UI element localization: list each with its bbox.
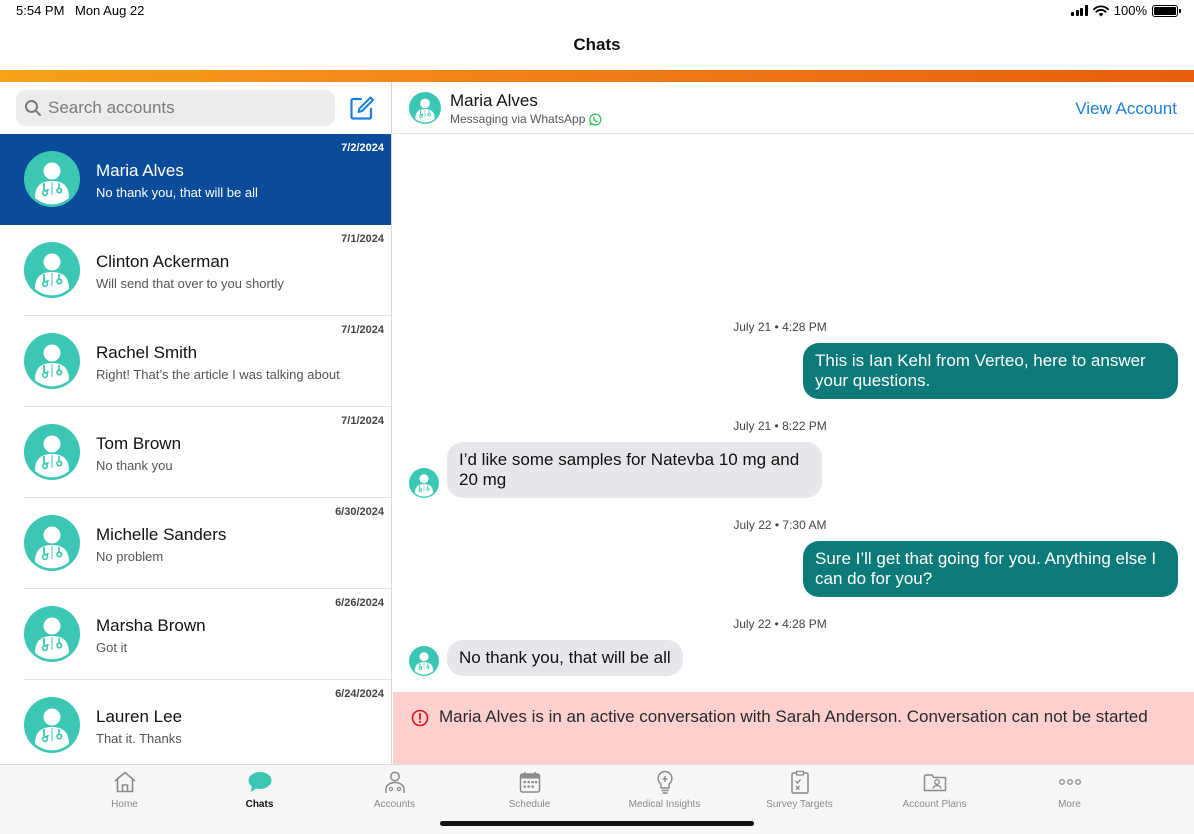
outgoing-message-bubble: This is Ian Kehl from Verteo, here to an… (803, 343, 1178, 399)
folder-person-icon (923, 774, 946, 792)
chat-last-message: No thank you (96, 458, 173, 473)
outgoing-message-bubble: Sure I’ll get that going for you. Anythi… (803, 541, 1178, 597)
tab-account-plans[interactable]: Account Plans (867, 769, 1002, 810)
tab-label: Home (111, 799, 138, 810)
doctor-avatar-icon (24, 424, 80, 480)
search-row (0, 82, 391, 134)
chat-date: 7/1/2024 (341, 233, 384, 245)
chat-contact-name: Rachel Smith (96, 343, 198, 362)
compose-icon[interactable] (348, 94, 376, 122)
chat-list-item[interactable]: Rachel Smith Right! That’s the article I… (0, 316, 391, 407)
conversation-header: Maria Alves Messaging via WhatsApp View … (393, 82, 1194, 134)
cellular-signal-icon (1071, 5, 1088, 16)
doctor-avatar-icon (24, 151, 80, 207)
chat-last-message: No thank you, that will be all (96, 185, 258, 200)
tab-accounts[interactable]: Accounts (327, 769, 462, 810)
clipboard-icon (790, 770, 809, 794)
tab-label: Medical Insights (628, 799, 701, 810)
chat-contact-name: Lauren Lee (96, 707, 183, 726)
tab-label: Accounts (373, 799, 416, 810)
chat-last-message: Got it (96, 640, 128, 655)
search-input[interactable] (48, 98, 318, 118)
chat-last-message: No problem (96, 549, 164, 564)
chat-list-item[interactable]: Clinton Ackerman Will send that over to … (0, 225, 391, 316)
chat-list: Maria Alves No thank you, that will be a… (0, 134, 391, 764)
channel-label: Messaging via WhatsApp (450, 112, 586, 126)
chat-list-pane: Maria Alves No thank you, that will be a… (0, 82, 392, 764)
error-icon (411, 709, 429, 727)
chat-contact-name: Maria Alves (96, 161, 184, 180)
doctor-avatar-icon (409, 646, 439, 676)
doctor-avatar-icon (24, 242, 80, 298)
whatsapp-icon (589, 113, 602, 126)
doctor-avatar-icon (24, 333, 80, 389)
incoming-message-bubble: No thank you, that will be all (447, 640, 683, 676)
chat-date: 7/2/2024 (341, 142, 384, 154)
message-timestamp: July 21 • 4:28 PM (733, 320, 827, 334)
doctor-avatar-icon (24, 515, 80, 571)
battery-percent: 100% (1113, 3, 1147, 18)
battery-icon (1152, 4, 1181, 17)
tab-label: Chats (245, 799, 274, 810)
chat-date: 6/30/2024 (335, 506, 384, 518)
chat-date: 7/1/2024 (341, 415, 384, 427)
doctor-avatar-icon (409, 468, 439, 498)
conversation-channel: Messaging via WhatsApp (450, 112, 602, 126)
message-timestamp: July 22 • 4:28 PM (733, 617, 827, 631)
more-dots-icon (1058, 779, 1081, 785)
calendar-icon (519, 772, 540, 793)
page-title: Chats (573, 35, 621, 54)
conversation-contact-name: Maria Alves (450, 91, 538, 110)
chat-contact-name: Marsha Brown (96, 616, 206, 635)
home-icon (113, 771, 136, 793)
message-timestamp: July 21 • 8:22 PM (733, 419, 827, 433)
wifi-icon (1092, 4, 1109, 16)
chat-last-message: That it. Thanks (96, 731, 182, 746)
conversation-pane: Maria Alves Messaging via WhatsApp View … (393, 82, 1194, 764)
chat-list-item[interactable]: Maria Alves No thank you, that will be a… (0, 134, 391, 225)
chat-date: 6/26/2024 (335, 597, 384, 609)
home-indicator (440, 821, 754, 826)
chat-last-message: Right! That’s the article I was talking … (96, 367, 340, 382)
doctor-avatar-icon (24, 606, 80, 662)
tab-label: Schedule (508, 799, 551, 810)
conversation-alert-banner: Maria Alves is in an active conversation… (393, 692, 1194, 764)
doctor-icon (384, 771, 405, 793)
status-indicators: 100% (1071, 3, 1181, 18)
chat-list-item[interactable]: Marsha Brown Got it 6/26/2024 (0, 589, 391, 680)
chat-contact-name: Tom Brown (96, 434, 182, 453)
tab-label: Account Plans (902, 799, 967, 810)
tab-home[interactable]: Home (57, 769, 192, 810)
chat-contact-name: Michelle Sanders (96, 525, 227, 544)
status-bar: 5:54 PM Mon Aug 22 100% (0, 0, 1194, 22)
chat-contact-name: Clinton Ackerman (96, 252, 230, 271)
search-box[interactable] (16, 90, 335, 126)
doctor-avatar-icon (409, 92, 441, 124)
tab-schedule[interactable]: Schedule (462, 769, 597, 810)
search-icon (25, 100, 41, 116)
status-time: 5:54 PM (16, 3, 65, 18)
chat-list-item[interactable]: Michelle Sanders No problem 6/30/2024 (0, 498, 391, 589)
tab-label: Survey Targets (766, 799, 833, 810)
message-timestamp: July 22 • 7:30 AM (733, 518, 827, 532)
chat-list-item[interactable]: Tom Brown No thank you 7/1/2024 (0, 407, 391, 498)
view-account-link[interactable]: View Account (1075, 99, 1177, 119)
chat-bubble-icon (248, 772, 271, 792)
incoming-message-bubble: I’d like some samples for Natevba 10 mg … (447, 442, 822, 498)
tab-survey-targets[interactable]: Survey Targets (732, 769, 867, 810)
doctor-avatar-icon (24, 697, 80, 753)
tab-label: More (1058, 799, 1081, 810)
chat-date: 6/24/2024 (335, 688, 384, 700)
tab-medical-insights[interactable]: Medical Insights (597, 769, 732, 810)
lightbulb-icon (656, 770, 673, 794)
chat-date: 7/1/2024 (341, 324, 384, 336)
tab-more[interactable]: More (1002, 769, 1137, 810)
accent-bar (0, 70, 1194, 82)
tab-chats[interactable]: Chats (192, 769, 327, 810)
alert-message: Maria Alves is in an active conversation… (439, 707, 1148, 726)
chat-last-message: Will send that over to you shortly (96, 276, 284, 291)
status-date: Mon Aug 22 (75, 3, 145, 18)
chat-list-item[interactable]: Lauren Lee That it. Thanks 6/24/2024 (0, 680, 391, 764)
